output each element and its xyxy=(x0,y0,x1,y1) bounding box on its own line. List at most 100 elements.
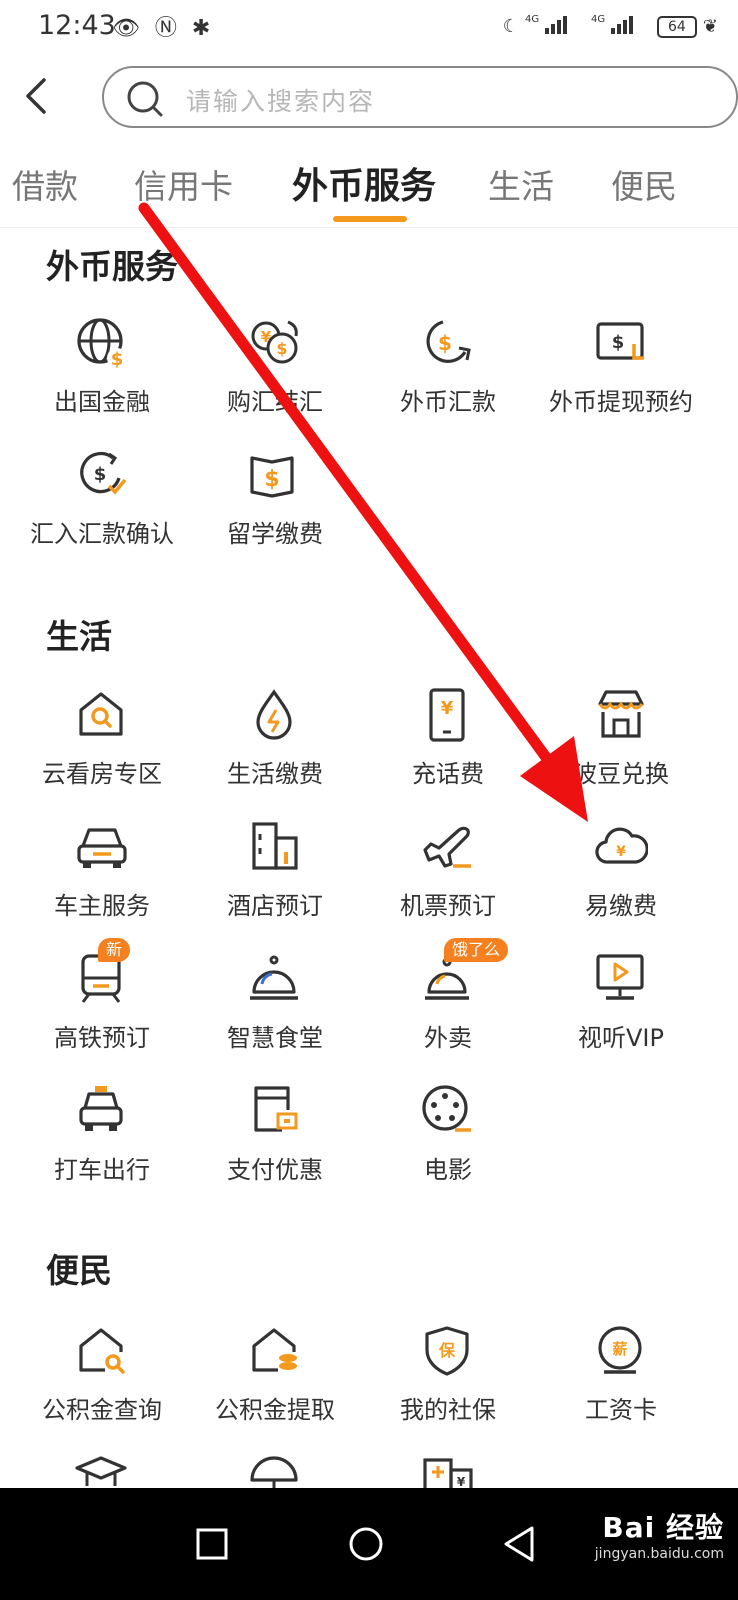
grid-item-label: 高铁预订 xyxy=(54,1024,150,1052)
grid-item-taxi[interactable]: 打车出行 xyxy=(14,1084,190,1204)
phone-topup-icon: ¥ xyxy=(429,688,465,742)
svg-text:$: $ xyxy=(264,467,279,492)
grid-item-flight-booking[interactable]: 机票预订 xyxy=(360,820,536,940)
recent-apps-icon[interactable] xyxy=(192,1524,232,1564)
watermark-brand: Bai 经验 xyxy=(602,1511,724,1544)
film-reel-icon xyxy=(422,1085,471,1132)
grid-item-forex-remittance[interactable]: $ 外币汇款 xyxy=(360,316,536,436)
graduation-cap-icon[interactable] xyxy=(75,1456,129,1488)
svg-text:¥: ¥ xyxy=(616,844,626,860)
utility-drop-icon xyxy=(256,689,292,740)
svg-text:薪: 薪 xyxy=(612,1340,627,1358)
inward-remit-icon: $ xyxy=(80,451,127,495)
social-insurance-icon: 保 xyxy=(425,1326,469,1376)
grid-item-label: 公积金查询 xyxy=(42,1396,162,1424)
grid-item-label: 公积金提取 xyxy=(215,1396,335,1424)
payment-discount-icon xyxy=(254,1086,298,1132)
grid-item-label: 支付优惠 xyxy=(227,1156,323,1184)
grid-item-overseas-finance[interactable]: $ 出国金融 xyxy=(14,316,190,436)
svg-text:$: $ xyxy=(612,332,625,353)
grid-item-movie[interactable]: 电影 xyxy=(360,1084,536,1204)
salary-card-icon: 薪 xyxy=(598,1326,642,1374)
house-search-icon xyxy=(79,692,123,736)
grid-item-label: 工资卡 xyxy=(585,1396,657,1424)
signal-icon-2: 4G xyxy=(591,12,651,41)
grid-item-label: 智慧食堂 xyxy=(227,1024,323,1052)
tab-life[interactable]: 生活 xyxy=(488,160,554,208)
status-right: ☾ 4G 4G 64 ❦ xyxy=(503,12,718,41)
leaf-icon: ❦ xyxy=(702,16,718,37)
fund-withdraw-icon xyxy=(252,1328,297,1372)
grid-item-study-abroad-payment[interactable]: $ 留学缴费 xyxy=(187,448,363,568)
store-icon xyxy=(598,690,644,738)
home-icon[interactable] xyxy=(346,1524,386,1564)
grid-item-label: 视听VIP xyxy=(578,1024,664,1052)
tab-loan[interactable]: 借款 xyxy=(12,160,78,208)
grid-item-label: 电影 xyxy=(424,1156,472,1184)
grid-item-cloud-house-viewing[interactable]: 云看房专区 xyxy=(14,688,190,808)
grid-item-salary-card[interactable]: 薪 工资卡 xyxy=(533,1324,709,1444)
svg-text:$: $ xyxy=(276,339,287,358)
active-tab-indicator xyxy=(333,216,407,222)
taxi-icon xyxy=(79,1086,123,1131)
section-title-convenience: 便民 xyxy=(46,1251,112,1290)
watermark-url: jingyan.baidu.com xyxy=(594,1546,724,1562)
medical-card-icon[interactable]: ¥ xyxy=(421,1456,475,1488)
grid-item-label: 外币汇款 xyxy=(400,388,496,416)
grid-item-payment-discount[interactable]: 支付优惠 xyxy=(187,1084,363,1204)
search-placeholder: 请输入搜索内容 xyxy=(186,87,376,116)
svg-text:$: $ xyxy=(94,464,107,485)
grid-item-video-vip[interactable]: 视听VIP xyxy=(533,952,709,1072)
back-button[interactable] xyxy=(18,76,58,116)
grid-item-hotel-booking[interactable]: 酒店预订 xyxy=(187,820,363,940)
grid-item-label: 机票预订 xyxy=(400,892,496,920)
eleme-badge: 饿了么 xyxy=(444,938,509,962)
grid-item-inward-remittance-confirm[interactable]: $ 汇入汇款确认 xyxy=(14,448,190,568)
section-title-forex: 外币服务 xyxy=(46,247,178,286)
status-bar: 12:43 👁 Ⓝ ✱ ☾ 4G 4G 64 ❦ xyxy=(0,0,738,52)
network-label: 4G xyxy=(525,14,539,25)
globe-dollar-icon: $ xyxy=(77,318,127,370)
grid-item-high-speed-rail[interactable]: 新 高铁预订 xyxy=(14,938,190,1072)
section-title-life: 生活 xyxy=(46,617,112,656)
grid-item-smart-canteen[interactable]: 智慧食堂 xyxy=(187,952,363,1072)
video-vip-icon xyxy=(596,954,644,1000)
grid-item-label: 打车出行 xyxy=(54,1156,150,1184)
study-abroad-icon: $ xyxy=(250,456,294,498)
svg-text:保: 保 xyxy=(438,1341,456,1360)
grid-item-car-owner-service[interactable]: 车主服务 xyxy=(14,820,190,940)
grid-item-housing-fund-query[interactable]: 公积金查询 xyxy=(14,1324,190,1444)
grid-item-housing-fund-withdraw[interactable]: 公积金提取 xyxy=(187,1324,363,1444)
battery-icon: 64 xyxy=(656,15,697,38)
grid-item-easy-payment[interactable]: ¥ 易缴费 xyxy=(533,820,709,940)
grid-item-my-social-insurance[interactable]: 保 我的社保 xyxy=(360,1324,536,1444)
grid-item-currency-exchange[interactable]: ¥ $ 购汇结汇 xyxy=(187,316,363,436)
grid-item-phone-topup[interactable]: ¥ 充话费 xyxy=(360,688,536,808)
grid-item-utility-payment[interactable]: 生活缴费 xyxy=(187,688,363,808)
chevron-left-icon xyxy=(26,78,46,114)
grid-item-label: 充话费 xyxy=(412,760,484,788)
svg-text:¥: ¥ xyxy=(457,1475,466,1488)
search-input[interactable]: 请输入搜索内容 xyxy=(102,66,738,128)
moon-icon: ☾ xyxy=(502,16,519,37)
hotel-icon xyxy=(252,822,298,870)
grid-item-takeout[interactable]: 饿了么 外卖 xyxy=(360,938,536,1072)
car-icon xyxy=(77,828,127,868)
grid-item-label: 外卖 xyxy=(424,1024,472,1052)
grid-item-bodou-exchange[interactable]: 波豆兑换 xyxy=(533,688,709,808)
tab-convenience[interactable]: 便民 xyxy=(611,160,677,208)
plane-icon xyxy=(423,826,471,868)
grid-item-cash-withdraw-appointment[interactable]: $ 外币提现预约 xyxy=(533,316,709,436)
header: 请输入搜索内容 xyxy=(0,60,738,140)
grid-item-label: 购汇结汇 xyxy=(227,388,323,416)
umbrella-icon[interactable] xyxy=(248,1456,302,1488)
baidu-jingyan-watermark: Bai 经验 jingyan.baidu.com xyxy=(595,1506,724,1562)
grid-item-label: 易缴费 xyxy=(585,892,657,920)
grid-item-label: 留学缴费 xyxy=(227,520,323,548)
svg-text:$: $ xyxy=(438,331,452,355)
search-icon xyxy=(127,81,163,117)
tab-credit-card[interactable]: 信用卡 xyxy=(134,160,233,208)
tab-forex-service[interactable]: 外币服务 xyxy=(292,157,436,209)
status-indicator-icons: 👁 Ⓝ ✱ xyxy=(112,16,215,41)
back-triangle-icon[interactable] xyxy=(500,1524,540,1564)
